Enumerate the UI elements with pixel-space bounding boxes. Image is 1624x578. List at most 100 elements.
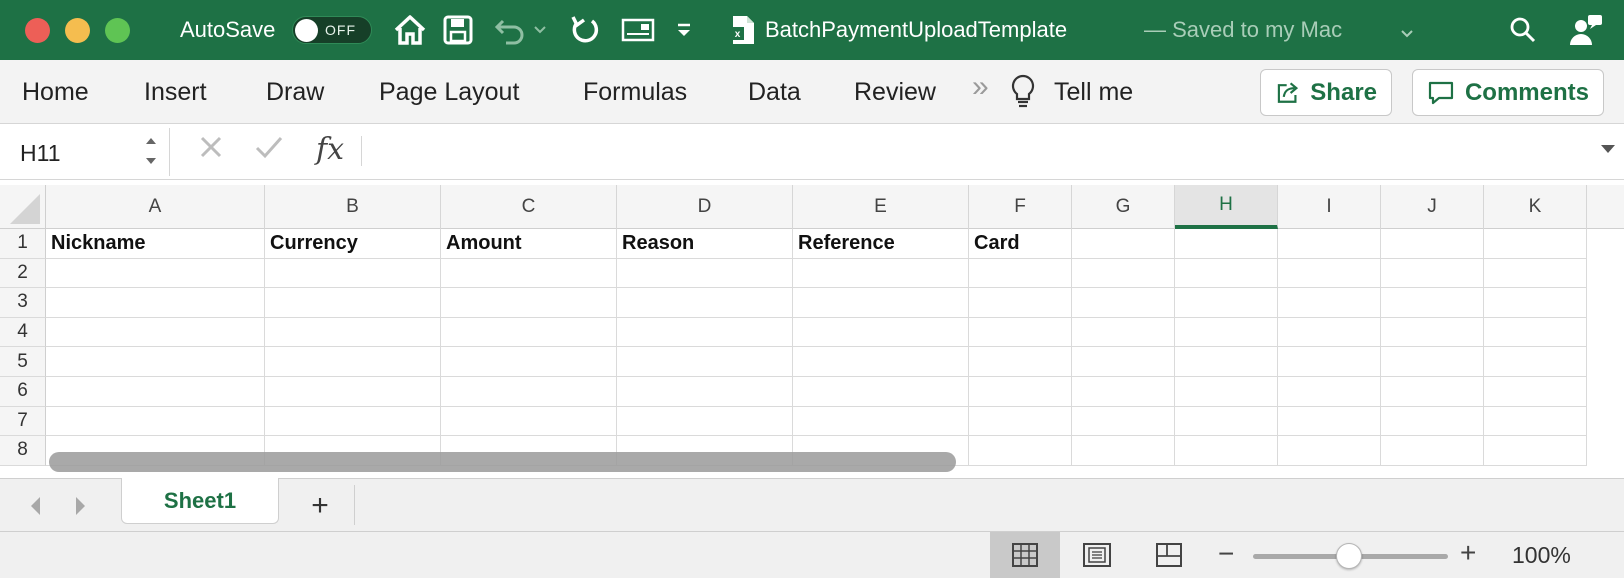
row-header-4[interactable]: 4 <box>0 317 46 348</box>
cell-g1[interactable] <box>1072 229 1175 259</box>
column-header-a[interactable]: A <box>46 185 265 229</box>
cell-g2[interactable] <box>1072 258 1175 289</box>
cell-c7[interactable] <box>441 406 617 437</box>
undo-icon[interactable] <box>492 12 528 48</box>
cell-f1[interactable]: Card <box>969 229 1072 259</box>
save-icon[interactable] <box>440 12 476 48</box>
cell-j7[interactable] <box>1381 406 1484 437</box>
zoom-percentage[interactable]: 100% <box>1512 542 1571 569</box>
column-header-b[interactable]: B <box>265 185 441 229</box>
tell-me-search[interactable]: Tell me <box>1054 77 1133 107</box>
document-save-status[interactable]: — Saved to my Mac <box>1144 16 1342 44</box>
cell-c2[interactable] <box>441 258 617 289</box>
column-header-f[interactable]: F <box>969 185 1072 229</box>
cell-e1[interactable]: Reference <box>793 229 969 259</box>
cell-j2[interactable] <box>1381 258 1484 289</box>
column-header-c[interactable]: C <box>441 185 617 229</box>
cell-f8[interactable] <box>969 436 1072 466</box>
cell-c5[interactable] <box>441 347 617 377</box>
cell-a6[interactable] <box>46 377 265 407</box>
cell-j8[interactable] <box>1381 436 1484 466</box>
row-header-3[interactable]: 3 <box>0 288 46 318</box>
name-box[interactable]: H11 <box>0 128 170 176</box>
cell-g7[interactable] <box>1072 406 1175 437</box>
cell-h6[interactable] <box>1175 377 1278 407</box>
cell-b4[interactable] <box>265 317 441 348</box>
cell-g4[interactable] <box>1072 317 1175 348</box>
row-header-2[interactable]: 2 <box>0 258 46 289</box>
cell-a7[interactable] <box>46 406 265 437</box>
account-feedback-icon[interactable] <box>1566 12 1606 48</box>
cell-e7[interactable] <box>793 406 969 437</box>
tab-insert[interactable]: Insert <box>144 77 207 107</box>
cell-j5[interactable] <box>1381 347 1484 377</box>
cell-i6[interactable] <box>1278 377 1381 407</box>
cell-k2[interactable] <box>1484 258 1587 289</box>
redo-icon[interactable] <box>566 12 602 48</box>
column-header-i[interactable]: I <box>1278 185 1381 229</box>
cell-b5[interactable] <box>265 347 441 377</box>
cell-g8[interactable] <box>1072 436 1175 466</box>
comments-button[interactable]: Comments <box>1412 69 1604 116</box>
worksheet-grid[interactable]: ABCDEFGHIJK 1 Nickname Currency Amount Reaso… <box>0 185 1624 478</box>
cell-c6[interactable] <box>441 377 617 407</box>
cell-h8[interactable] <box>1175 436 1278 466</box>
cell-f4[interactable] <box>969 317 1072 348</box>
cell-g3[interactable] <box>1072 288 1175 318</box>
cell-a2[interactable] <box>46 258 265 289</box>
cell-a3[interactable] <box>46 288 265 318</box>
column-header-k[interactable]: K <box>1484 185 1587 229</box>
row-header-1[interactable]: 1 <box>0 229 46 259</box>
tab-formulas[interactable]: Formulas <box>583 77 687 107</box>
cell-j6[interactable] <box>1381 377 1484 407</box>
cell-b2[interactable] <box>265 258 441 289</box>
cell-i1[interactable] <box>1278 229 1381 259</box>
cell-f5[interactable] <box>969 347 1072 377</box>
tab-home[interactable]: Home <box>22 77 89 107</box>
page-layout-view-button[interactable] <box>1062 532 1132 578</box>
cell-d6[interactable] <box>617 377 793 407</box>
cell-h2[interactable] <box>1175 258 1278 289</box>
tab-data[interactable]: Data <box>748 77 801 107</box>
maximize-window-button[interactable] <box>105 18 130 43</box>
zoom-slider-knob[interactable] <box>1336 543 1362 569</box>
cell-k5[interactable] <box>1484 347 1587 377</box>
cell-b7[interactable] <box>265 406 441 437</box>
cell-f7[interactable] <box>969 406 1072 437</box>
column-header-d[interactable]: D <box>617 185 793 229</box>
cell-f3[interactable] <box>969 288 1072 318</box>
cell-b1[interactable]: Currency <box>265 229 441 259</box>
cell-e5[interactable] <box>793 347 969 377</box>
name-box-up-icon[interactable] <box>144 136 158 146</box>
cell-k4[interactable] <box>1484 317 1587 348</box>
row-header-5[interactable]: 5 <box>0 347 46 377</box>
page-break-view-button[interactable] <box>1134 532 1204 578</box>
expand-formula-bar-icon[interactable] <box>1600 142 1616 160</box>
cell-h1[interactable] <box>1175 229 1278 259</box>
normal-view-button[interactable] <box>990 532 1060 578</box>
cell-g6[interactable] <box>1072 377 1175 407</box>
cell-d1[interactable]: Reason <box>617 229 793 259</box>
undo-dropdown-chevron-icon[interactable] <box>532 12 548 48</box>
select-all-corner[interactable] <box>0 185 46 229</box>
cell-d4[interactable] <box>617 317 793 348</box>
cell-i8[interactable] <box>1278 436 1381 466</box>
cell-g5[interactable] <box>1072 347 1175 377</box>
cell-e6[interactable] <box>793 377 969 407</box>
cell-i2[interactable] <box>1278 258 1381 289</box>
add-sheet-button[interactable]: + <box>300 488 340 524</box>
cell-j1[interactable] <box>1381 229 1484 259</box>
cell-j3[interactable] <box>1381 288 1484 318</box>
cell-b3[interactable] <box>265 288 441 318</box>
cell-k6[interactable] <box>1484 377 1587 407</box>
home-icon[interactable] <box>390 12 430 48</box>
cell-f6[interactable] <box>969 377 1072 407</box>
cell-d2[interactable] <box>617 258 793 289</box>
autosave-toggle[interactable]: OFF <box>292 16 372 44</box>
row-header-8[interactable]: 8 <box>0 436 46 466</box>
sheet-tab-sheet1[interactable]: Sheet1 <box>121 478 279 524</box>
column-header-j[interactable]: J <box>1381 185 1484 229</box>
cell-f2[interactable] <box>969 258 1072 289</box>
row-header-6[interactable]: 6 <box>0 377 46 407</box>
confirm-entry-icon[interactable] <box>254 134 284 168</box>
